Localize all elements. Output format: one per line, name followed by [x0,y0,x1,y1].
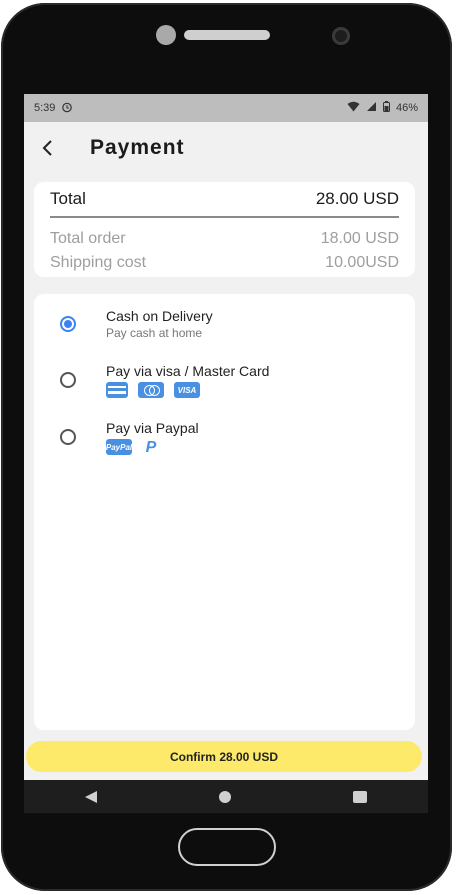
order-row: Total order 18.00 USD [50,230,399,248]
shipping-row: Shipping cost 10.00USD [50,254,399,272]
app-screen: 5:39 46% Payment Total 28.00 USD Total o… [24,94,428,780]
status-time: 5:39 [34,102,56,114]
payment-option-title: Pay via Paypal [106,420,199,436]
wifi-icon [347,101,360,115]
hardware-home-button[interactable] [178,828,276,866]
total-value: 28.00 USD [315,189,399,208]
payment-option-title: Pay via visa / Master Card [106,363,270,379]
front-sensor [156,25,176,45]
battery-percent: 46% [395,102,418,114]
visa-icon: VISA [174,382,200,398]
order-label: Total order [50,230,126,247]
total-label: Total [50,189,86,208]
nav-recent-icon[interactable] [353,790,367,803]
front-camera [332,27,350,45]
paypal-logo-icon: P [145,439,157,456]
mastercard-icon [138,382,164,398]
nav-back-icon[interactable] [85,790,97,803]
payment-methods-card: Cash on Delivery Pay cash at home Pay vi… [34,294,415,730]
paypal-text-icon: PayPal [106,439,132,455]
order-value: 18.00 USD [320,230,399,247]
radio-paypal[interactable] [60,429,76,445]
status-bar: 5:39 46% [24,94,428,122]
android-nav-bar [24,780,428,813]
chevron-left-icon [42,140,52,156]
payment-option-paypal-text: Pay via Paypal PayPal P [106,420,199,457]
card-icons: VISA [106,382,269,398]
confirm-payment-button[interactable]: Confirm 28.00 USD [26,741,422,772]
order-summary-card: Total 28.00 USD Total order 18.00 USD Sh… [34,182,415,277]
payment-option-card-text: Pay via visa / Master Card VISA [106,363,269,398]
alarm-icon [61,101,73,116]
nav-home-icon[interactable] [219,790,231,803]
page-title: Payment [90,136,185,159]
payment-option-subtitle: Pay cash at home [106,326,203,340]
payment-option-title: Cash on Delivery [106,308,213,324]
signal-icon [366,101,377,115]
summary-divider [50,216,399,218]
back-button[interactable] [38,139,56,157]
radio-card[interactable] [60,372,76,388]
shipping-label: Shipping cost [50,254,147,271]
radio-cash[interactable] [60,316,76,332]
paypal-icons: PayPal P [106,439,199,457]
payment-option-cash-text: Cash on Delivery Pay cash at home [106,308,213,340]
battery-icon [382,101,390,115]
app-header: Payment [24,122,428,174]
credit-card-icon [106,382,128,398]
earpiece-speaker [184,30,270,40]
total-row: Total 28.00 USD [50,189,399,209]
shipping-value: 10.00USD [325,254,399,271]
